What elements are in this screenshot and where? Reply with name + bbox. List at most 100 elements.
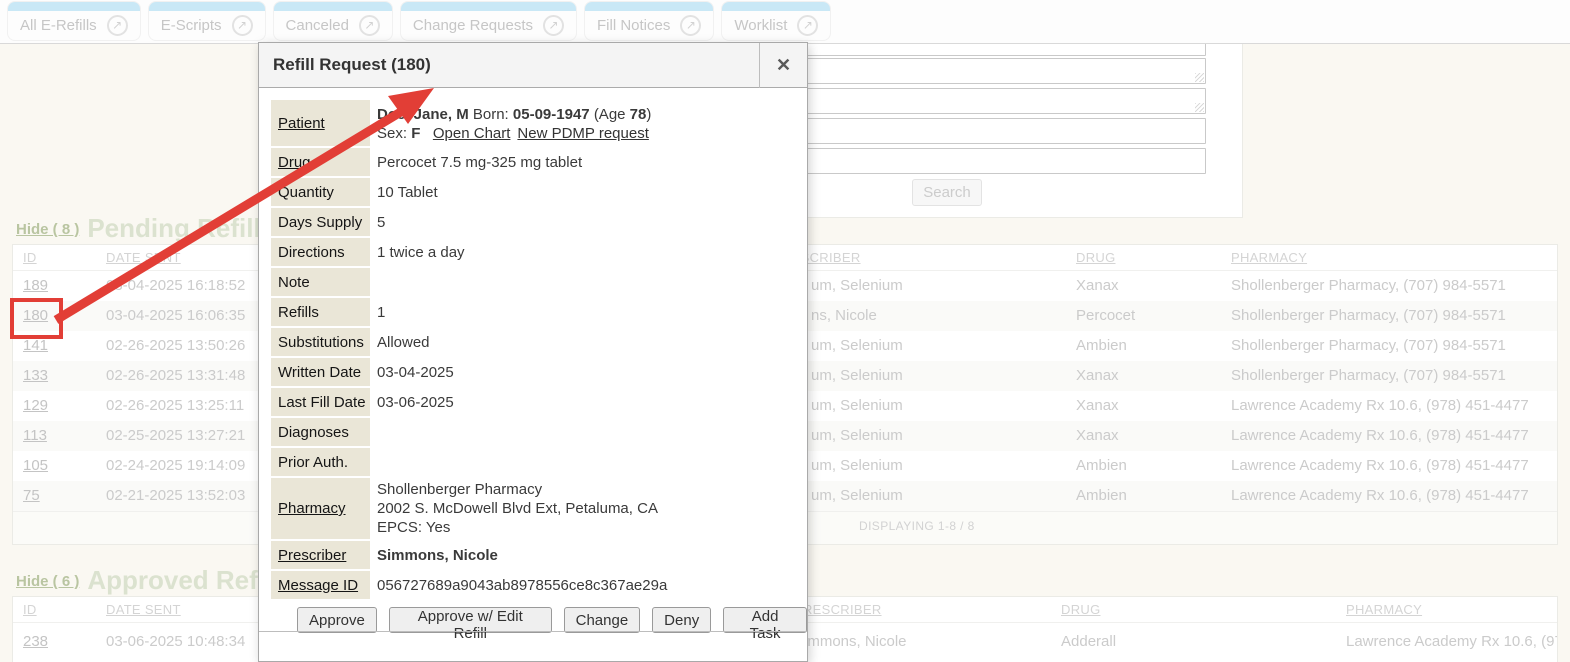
approved-hide-link[interactable]: Hide ( 6 )	[16, 573, 79, 590]
cell-pharmacy: Lawrence Academy Rx 10.6, (978) 451-4477	[1231, 481, 1529, 511]
cell-drug: Xanax	[1076, 271, 1119, 301]
search-button[interactable]: Search	[912, 179, 982, 206]
external-link-icon: ↗	[359, 15, 380, 36]
age-pre: (Age	[594, 106, 626, 123]
deny-button[interactable]: Deny	[652, 607, 711, 633]
col-header-date-sent[interactable]: DATE SENT	[106, 597, 181, 623]
external-link-icon: ↗	[680, 15, 701, 36]
change-button[interactable]: Change	[564, 607, 641, 633]
annotation-highlight-box	[10, 298, 63, 339]
cell-drug: Xanax	[1076, 391, 1119, 421]
pharmacy-line: 2002 S. McDowell Blvd Ext, Petaluma, CA	[377, 499, 793, 518]
tab-label: Fill Notices	[597, 17, 670, 34]
cell-pharmacy: Lawrence Academy Rx 10.6, (978) 451-4477	[1231, 421, 1529, 451]
detail-label-prior-auth-: Prior Auth.	[271, 447, 372, 477]
detail-value	[372, 447, 795, 477]
col-header-drug[interactable]: DRUG	[1061, 597, 1100, 623]
tab-label: Worklist	[734, 17, 787, 34]
cell-id[interactable]: 238	[23, 623, 48, 661]
detail-value: 056727689a9043ab8978556ce8c367ae29a	[372, 570, 795, 600]
cell-pharmacy: Shollenberger Pharmacy, (707) 984-5571	[1231, 301, 1506, 331]
cell-id[interactable]: 189	[23, 271, 48, 301]
detail-value: 03-04-2025	[372, 357, 795, 387]
detail-label-substitutions: Substitutions	[271, 327, 372, 357]
tab-label: Change Requests	[413, 17, 533, 34]
external-link-icon: ↗	[797, 15, 818, 36]
cell-prescriber: um, Selenium	[811, 421, 903, 451]
detail-text: Simmons, Nicole	[377, 547, 498, 564]
pending-hide-link[interactable]: Hide ( 8 )	[16, 221, 79, 238]
tab-change-requests[interactable]: Change Requests↗	[401, 2, 576, 40]
cell-date: 03-04-2025 16:18:52	[106, 271, 245, 301]
detail-label-prescriber[interactable]: Prescriber	[271, 540, 372, 570]
cell-date: 02-24-2025 19:14:09	[106, 451, 245, 481]
col-header-id[interactable]: ID	[23, 245, 37, 271]
detail-label-drug[interactable]: Drug	[271, 147, 372, 177]
detail-label-quantity: Quantity	[271, 177, 372, 207]
cell-date: 02-26-2025 13:25:11	[106, 391, 244, 421]
approve-w-edit-refill-button[interactable]: Approve w/ Edit Refill	[389, 607, 552, 633]
tab-cap	[722, 2, 830, 11]
detail-label-patient[interactable]: Patient	[271, 100, 372, 147]
modal-title: Refill Request (180)	[259, 55, 759, 75]
cell-prescriber: um, Selenium	[811, 391, 903, 421]
age-post: )	[646, 106, 651, 123]
tab-e-scripts[interactable]: E-Scripts ↗	[149, 2, 265, 40]
approve-button[interactable]: Approve	[297, 607, 377, 633]
tab-canceled[interactable]: Canceled↗	[274, 2, 392, 40]
detail-label-pharmacy[interactable]: Pharmacy	[271, 477, 372, 540]
open-chart-link[interactable]: Open Chart	[433, 125, 511, 142]
patient-age: 78	[630, 106, 647, 123]
cell-drug: Xanax	[1076, 361, 1119, 391]
cell-prescriber: um, Selenium	[811, 481, 903, 511]
detail-text: 5	[377, 214, 385, 231]
cell-drug: Ambien	[1076, 481, 1127, 511]
cell-pharmacy: Lawrence Academy Rx 10.6, (978) 451-4477	[1231, 451, 1529, 481]
tab-label: E-Scripts	[161, 17, 222, 34]
detail-value: 5	[372, 207, 795, 237]
tab-cap	[149, 2, 265, 11]
cell-prescriber: um, Selenium	[811, 331, 903, 361]
col-header-date-sent[interactable]: DATE SENT	[106, 245, 181, 271]
cell-id[interactable]: 75	[23, 481, 40, 511]
detail-label-directions: Directions	[271, 237, 372, 267]
tab-fill-notices[interactable]: Fill Notices ↗	[585, 2, 713, 40]
tab-worklist[interactable]: Worklist ↗	[722, 2, 830, 40]
cell-prescriber: ns, Nicole	[811, 301, 877, 331]
tab-cap	[8, 2, 140, 11]
tab-all-e-refills[interactable]: All E-Refills↗	[8, 2, 140, 40]
cell-prescriber: um, Selenium	[811, 361, 903, 391]
patient-sex: F	[411, 125, 420, 142]
external-link-icon: ↗	[232, 15, 253, 36]
cell-pharmacy: Shollenberger Pharmacy, (707) 984-5571	[1231, 361, 1506, 391]
pharmacy-line: Shollenberger Pharmacy	[377, 480, 793, 499]
cell-drug: Percocet	[1076, 301, 1135, 331]
cell-id[interactable]: 105	[23, 451, 48, 481]
col-header-pharmacy[interactable]: PHARMACY	[1346, 597, 1422, 623]
col-header-id[interactable]: ID	[23, 597, 37, 623]
tab-label: All E-Refills	[20, 17, 97, 34]
displaying-count: DISPLAYING 1-8 / 8	[859, 519, 975, 533]
add-task-button[interactable]: Add Task	[723, 607, 807, 633]
detail-label-message-id[interactable]: Message ID	[271, 570, 372, 600]
cell-pharmacy: Shollenberger Pharmacy, (707) 984-5571	[1231, 331, 1506, 361]
col-header-drug[interactable]: DRUG	[1076, 245, 1115, 271]
refill-detail-table: PatientDoe, Jane, M Born: 05-09-1947 (Ag…	[271, 100, 795, 601]
cell-prescriber: um, Selenium	[811, 451, 903, 481]
cell-id[interactable]: 129	[23, 391, 48, 421]
col-header-pharmacy[interactable]: PHARMACY	[1231, 245, 1307, 271]
patient-line-1: Doe, Jane, M Born: 05-09-1947 (Age 78)	[377, 105, 793, 124]
close-icon[interactable]: ✕	[759, 43, 807, 88]
patient-name: Doe, Jane, M	[377, 106, 469, 123]
cell-pharmacy: Lawrence Academy Rx 10.6, (978) 451-4477	[1346, 623, 1558, 661]
refill-tab-bar: All E-Refills↗E-Scripts↗Canceled↗Change …	[0, 0, 1570, 44]
cell-id[interactable]: 113	[23, 421, 47, 451]
cell-id[interactable]: 133	[23, 361, 48, 391]
detail-value: Shollenberger Pharmacy2002 S. McDowell B…	[372, 477, 795, 540]
detail-value	[372, 417, 795, 447]
detail-text: 1	[377, 304, 385, 321]
detail-value: Doe, Jane, M Born: 05-09-1947 (Age 78)Se…	[372, 100, 795, 147]
new-pdmp-request-link[interactable]: New PDMP request	[517, 125, 648, 142]
cell-pharmacy: Lawrence Academy Rx 10.6, (978) 451-4477	[1231, 391, 1529, 421]
modal-header: Refill Request (180) ✕	[259, 43, 807, 88]
